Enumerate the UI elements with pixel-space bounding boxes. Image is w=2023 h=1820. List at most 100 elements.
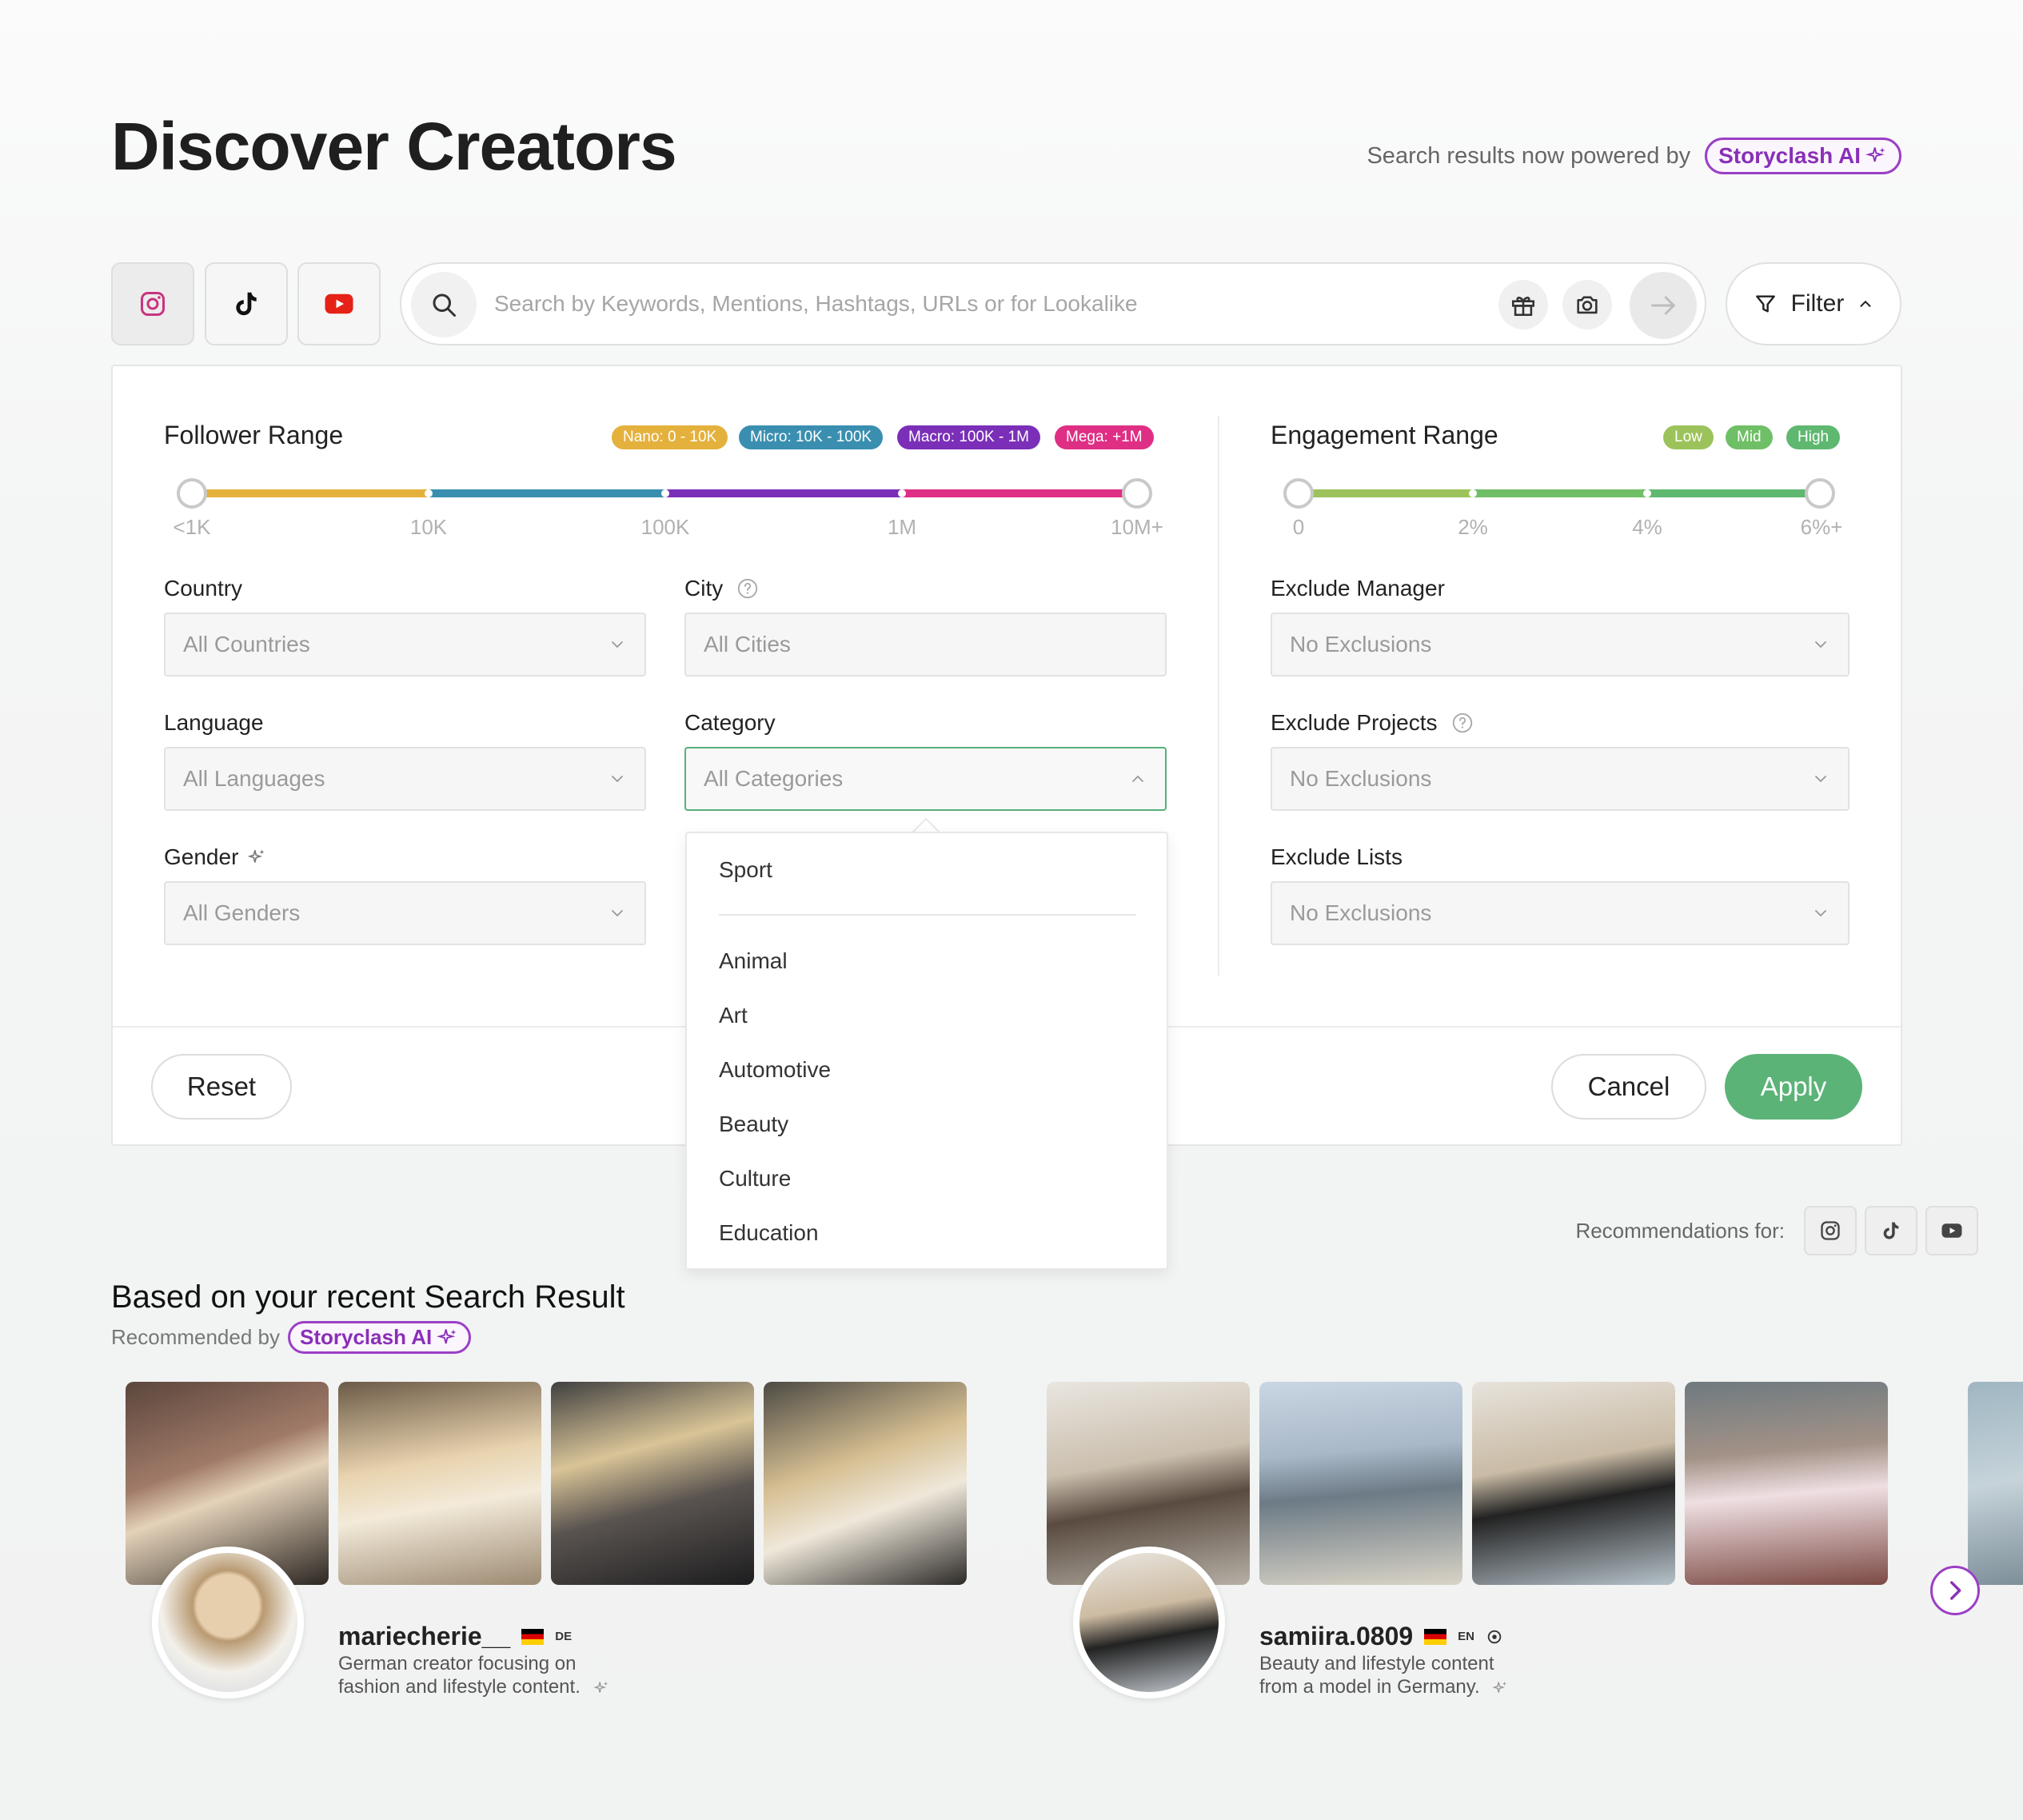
follower-track-nano [192, 489, 429, 497]
ai-label: Storyclash AI [1718, 143, 1861, 168]
rec-tiktok-button[interactable] [1865, 1206, 1917, 1255]
filter-toggle-button[interactable]: Filter [1726, 262, 1901, 345]
help-icon[interactable] [1450, 711, 1474, 735]
exclude-projects-select[interactable]: No Exclusions [1271, 747, 1849, 811]
category-option[interactable]: Education [719, 1220, 819, 1246]
ai-label: Storyclash AI [300, 1325, 433, 1349]
creator-username[interactable]: mariecherie__ [338, 1622, 510, 1651]
category-select[interactable]: All Categories [684, 747, 1167, 811]
gender-select[interactable]: All Genders [164, 881, 646, 945]
engagement-track-mid [1473, 489, 1647, 497]
follower-max-handle[interactable] [1122, 478, 1152, 509]
creator-description: German creator focusing on fashion and l… [338, 1652, 610, 1698]
chevron-down-icon [1815, 776, 1826, 783]
recommendations-for: Recommendations for: [1575, 1206, 1978, 1255]
engagement-tick-label: 2% [1458, 515, 1488, 539]
powered-by: Search results now powered by Storyclash… [1367, 138, 1901, 174]
creator-description: Beauty and lifestyle content from a mode… [1259, 1652, 1531, 1698]
storyclash-ai-badge[interactable]: Storyclash AI [288, 1321, 472, 1354]
engagement-track-low [1299, 489, 1473, 497]
follower-track-micro [429, 489, 665, 497]
engagement-max-handle[interactable] [1805, 478, 1835, 509]
follower-tick-label: <1K [173, 515, 211, 539]
rec-instagram-button[interactable] [1804, 1206, 1857, 1255]
engagement-track-high [1647, 489, 1821, 497]
exclude-lists-select[interactable]: No Exclusions [1271, 881, 1849, 945]
engagement-min-handle[interactable] [1283, 478, 1314, 509]
category-label: Category [684, 710, 776, 736]
chevron-up-icon [1860, 300, 1871, 307]
creator-photo[interactable] [338, 1382, 541, 1585]
help-icon[interactable] [736, 577, 760, 601]
exclude-manager-select[interactable]: No Exclusions [1271, 613, 1849, 677]
platform-youtube-button[interactable] [297, 262, 381, 345]
follower-tick-label: 100K [640, 515, 690, 539]
language-select[interactable]: All Languages [164, 747, 646, 811]
reset-button[interactable]: Reset [151, 1054, 292, 1120]
chevron-down-icon [1815, 910, 1826, 917]
avatar[interactable] [1073, 1547, 1225, 1698]
follower-range-title: Follower Range [164, 421, 344, 449]
platform-tiktok-button[interactable] [205, 262, 288, 345]
creator-photo[interactable] [1259, 1382, 1462, 1585]
search-input[interactable]: Search by Keywords, Mentions, Hashtags, … [494, 291, 1138, 317]
gift-button[interactable] [1498, 280, 1548, 329]
badge-low: Low [1663, 425, 1714, 449]
exclude-manager-label: Exclude Manager [1271, 576, 1445, 601]
badge-micro: Micro: 10K - 100K [739, 425, 884, 449]
apply-button[interactable]: Apply [1725, 1054, 1862, 1120]
language-code: EN [1458, 1630, 1474, 1643]
creator-photo[interactable] [551, 1382, 754, 1585]
tiktok-icon [236, 292, 257, 316]
exclude-lists-value: No Exclusions [1290, 900, 1432, 925]
category-option[interactable]: Art [719, 1003, 748, 1028]
creator-username[interactable]: samiira.0809 [1259, 1622, 1413, 1651]
creator-photo[interactable] [1968, 1382, 2023, 1585]
category-option[interactable]: Animal [719, 948, 788, 974]
platform-instagram-button[interactable] [111, 262, 194, 345]
exclude-manager-label-text: Exclude Manager [1271, 576, 1445, 601]
creator-photo[interactable] [764, 1382, 967, 1585]
category-option-sport[interactable]: Sport [719, 857, 772, 883]
cancel-button[interactable]: Cancel [1551, 1054, 1706, 1120]
category-option[interactable]: Automotive [719, 1057, 831, 1083]
arrow-right-icon [1651, 296, 1675, 315]
funnel-icon [1755, 295, 1775, 313]
search-bar: Search by Keywords, Mentions, Hashtags, … [400, 262, 1706, 345]
sparkle-icon [437, 1328, 457, 1343]
category-option[interactable]: Culture [719, 1166, 791, 1191]
category-option[interactable]: Beauty [719, 1112, 788, 1137]
language-label: Language [164, 710, 264, 736]
powered-text: Search results now powered by [1367, 142, 1691, 169]
engagement-range-title: Engagement Range [1271, 421, 1498, 449]
exclude-lists-label: Exclude Lists [1271, 844, 1403, 870]
city-input[interactable]: All Cities [684, 613, 1167, 677]
category-dropdown: Sport Animal Art Automotive Beauty Cultu… [685, 832, 1168, 1270]
engagement-tick-label: 6%+ [1800, 515, 1843, 539]
camera-icon [1577, 296, 1598, 314]
country-select[interactable]: All Countries [164, 613, 646, 677]
germany-flag-icon [521, 1628, 545, 1645]
recommendations-label: Recommendations for: [1575, 1218, 1785, 1243]
creator-photo[interactable] [1685, 1382, 1888, 1585]
creator-photo[interactable] [1472, 1382, 1675, 1585]
rec-youtube-button[interactable] [1925, 1206, 1978, 1255]
badge-nano: Nano: 0 - 10K [612, 425, 728, 449]
search-submit-button[interactable] [1630, 272, 1697, 339]
storyclash-ai-badge[interactable]: Storyclash AI [1705, 138, 1901, 174]
dropdown-divider [719, 914, 1136, 916]
category-label-text: Category [684, 710, 776, 735]
sparkle-icon [1492, 1681, 1507, 1693]
badge-macro: Macro: 100K - 1M [897, 425, 1040, 449]
slider-tick [1643, 489, 1651, 497]
follower-min-handle[interactable] [177, 478, 207, 509]
search-icon[interactable] [411, 272, 477, 337]
slider-tick [661, 489, 669, 497]
slider-tick [898, 489, 906, 497]
engagement-tick-label: 4% [1632, 515, 1662, 539]
avatar[interactable] [152, 1547, 304, 1698]
chevron-right-icon [1950, 1581, 1961, 1600]
carousel-next-button[interactable] [1930, 1566, 1980, 1615]
city-label-text: City [684, 576, 724, 601]
camera-button[interactable] [1562, 280, 1612, 329]
